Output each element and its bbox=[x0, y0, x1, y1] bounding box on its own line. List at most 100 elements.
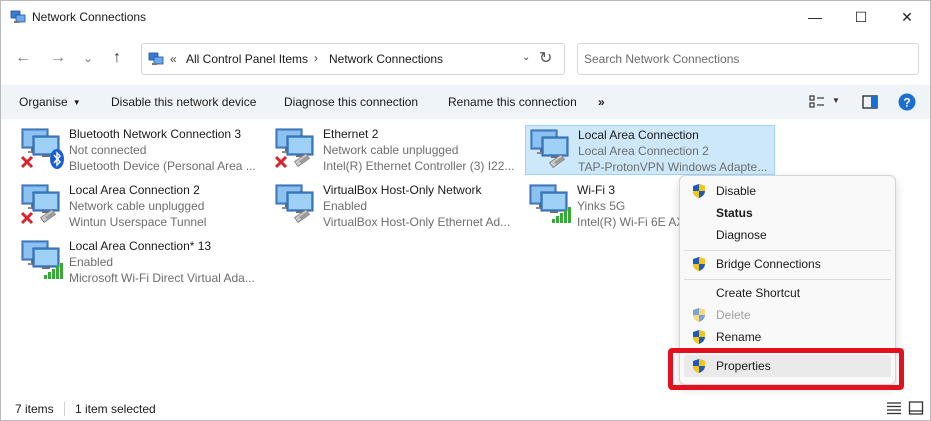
arrow-up-icon: ↑ bbox=[113, 49, 121, 66]
connection-name: Bluetooth Network Connection 3 bbox=[69, 127, 242, 141]
view-options-caret-icon[interactable]: ▼ bbox=[832, 96, 840, 105]
recent-locations-button[interactable]: ⌄ bbox=[77, 47, 99, 69]
connection-device: Intel(R) Ethernet Controller (3) I22... bbox=[323, 159, 515, 173]
back-button[interactable]: ← bbox=[12, 47, 34, 69]
status-bar: 7 items 1 item selected bbox=[1, 397, 930, 421]
network-adapter-icon bbox=[21, 240, 63, 279]
forward-button[interactable]: → bbox=[47, 47, 69, 69]
menu-label: Disable bbox=[716, 184, 757, 198]
network-adapter-icon bbox=[20, 184, 60, 225]
change-view-icon[interactable] bbox=[809, 95, 825, 109]
connection-device: Wintun Userspace Tunnel bbox=[69, 215, 207, 229]
organise-button[interactable]: Organise ▼ bbox=[19, 95, 81, 109]
uac-shield-icon bbox=[693, 257, 705, 271]
connection-device: VirtualBox Host-Only Ethernet Ad... bbox=[323, 215, 511, 229]
menu-item-status[interactable]: Status bbox=[684, 202, 891, 224]
menu-item-disable[interactable]: Disable bbox=[684, 180, 891, 202]
window-title: Network Connections bbox=[32, 10, 147, 24]
breadcrumb-network-connections[interactable]: Network Connections bbox=[329, 52, 443, 66]
connection-name: Local Area Connection* 13 bbox=[69, 239, 212, 253]
connection-status: Network cable unplugged bbox=[323, 143, 459, 157]
large-icons-view-icon[interactable] bbox=[908, 400, 924, 416]
connection-item[interactable]: VirtualBox Host-Only Network Enabled Virtu… bbox=[271, 181, 521, 231]
item-count: 7 items bbox=[15, 402, 54, 416]
properties-highlight-box bbox=[668, 348, 904, 390]
selection-count: 1 item selected bbox=[75, 402, 156, 416]
chevron-down-icon: ⌄ bbox=[82, 51, 94, 65]
menu-label: Status bbox=[716, 206, 753, 220]
organise-label: Organise bbox=[19, 95, 68, 109]
minimize-icon: — bbox=[808, 9, 822, 25]
menu-label: Diagnose bbox=[716, 228, 767, 242]
connection-name: Wi-Fi 3 bbox=[577, 183, 615, 197]
menu-separator bbox=[684, 250, 891, 251]
connection-device: Microsoft Wi-Fi Direct Virtual Ada... bbox=[69, 271, 255, 285]
preview-pane-icon[interactable] bbox=[862, 95, 878, 109]
rename-connection-button[interactable]: Rename this connection bbox=[448, 95, 577, 109]
arrow-left-icon: ← bbox=[15, 49, 31, 66]
refresh-icon[interactable]: ↻ bbox=[539, 48, 552, 68]
network-connections-icon bbox=[10, 10, 26, 23]
breadcrumb-separator[interactable]: › bbox=[314, 51, 318, 65]
close-button[interactable]: ✕ bbox=[884, 1, 930, 33]
connection-status: Local Area Connection 2 bbox=[578, 144, 709, 158]
maximize-button[interactable]: ☐ bbox=[838, 1, 884, 33]
search-input[interactable] bbox=[584, 50, 894, 68]
menu-item-diagnose[interactable]: Diagnose bbox=[684, 224, 891, 246]
uac-shield-icon bbox=[693, 184, 705, 198]
connection-device: Intel(R) Wi-Fi 6E AX bbox=[577, 215, 685, 229]
menu-separator bbox=[684, 279, 891, 280]
connection-status: Not connected bbox=[69, 143, 147, 157]
minimize-button[interactable]: — bbox=[792, 1, 838, 33]
connection-device: Bluetooth Device (Personal Area ... bbox=[69, 159, 256, 173]
connection-name: VirtualBox Host-Only Network bbox=[323, 183, 482, 197]
address-bar[interactable]: « All Control Panel Items › Network Conn… bbox=[141, 43, 565, 75]
command-bar: Organise ▼ Disable this network device Di… bbox=[1, 85, 930, 119]
control-panel-icon bbox=[148, 52, 164, 65]
connection-item[interactable]: Ethernet 2 Network cable unplugged Intel(R… bbox=[271, 125, 521, 175]
connection-status: Enabled bbox=[69, 255, 114, 269]
network-adapter-icon bbox=[20, 128, 64, 169]
connection-name: Ethernet 2 bbox=[323, 127, 379, 141]
caret-down-icon: ▼ bbox=[72, 98, 81, 107]
network-adapter-icon bbox=[529, 184, 571, 223]
address-dropdown-icon[interactable]: ⌄ bbox=[522, 52, 530, 63]
disconnected-x-icon bbox=[20, 211, 34, 225]
arrow-right-icon: → bbox=[50, 49, 66, 66]
connection-status: Enabled bbox=[323, 199, 368, 213]
title-bar[interactable]: Network Connections — ☐ ✕ bbox=[1, 1, 930, 33]
help-icon[interactable]: ? bbox=[898, 93, 916, 111]
close-icon: ✕ bbox=[901, 8, 913, 25]
connection-name: Local Area Connection bbox=[578, 128, 699, 142]
disable-device-button[interactable]: Disable this network device bbox=[111, 95, 256, 109]
menu-item-delete: Delete bbox=[684, 304, 891, 326]
address-overflow-chevron[interactable]: « bbox=[170, 52, 177, 66]
connection-item[interactable]: Local Area Connection Local Area Connecti… bbox=[525, 125, 775, 175]
menu-item-rename[interactable]: Rename bbox=[684, 326, 891, 348]
connection-item[interactable]: Local Area Connection* 13 Enabled Microsof… bbox=[17, 237, 267, 287]
maximize-icon: ☐ bbox=[854, 8, 868, 25]
menu-item-create-shortcut[interactable]: Create Shortcut bbox=[684, 282, 891, 304]
diagnose-connection-button[interactable]: Diagnose this connection bbox=[284, 95, 418, 109]
search-box[interactable] bbox=[577, 43, 919, 75]
menu-label: Delete bbox=[716, 308, 751, 322]
bluetooth-icon bbox=[50, 149, 64, 169]
up-button[interactable]: ↑ bbox=[106, 47, 128, 69]
connection-item[interactable]: Local Area Connection 2 Network cable unp… bbox=[17, 181, 267, 231]
disconnected-x-icon bbox=[20, 155, 34, 169]
network-connections-window: Network Connections — ☐ ✕ ← → ⌄ ↑ « All … bbox=[0, 0, 931, 421]
connection-status: Yinks 5G bbox=[577, 199, 626, 213]
connection-status: Network cable unplugged bbox=[69, 199, 205, 213]
menu-item-bridge-connections[interactable]: Bridge Connections bbox=[684, 253, 891, 275]
breadcrumb-control-panel[interactable]: All Control Panel Items bbox=[186, 52, 308, 66]
details-view-icon[interactable] bbox=[886, 400, 902, 416]
disconnected-x-icon bbox=[274, 155, 288, 169]
more-commands-button[interactable]: » bbox=[598, 95, 605, 109]
network-adapter-icon bbox=[530, 129, 569, 169]
uac-shield-icon bbox=[693, 308, 705, 322]
connection-name: Local Area Connection 2 bbox=[69, 183, 200, 197]
network-adapter-icon bbox=[274, 128, 314, 169]
uac-shield-icon bbox=[693, 330, 705, 344]
status-separator bbox=[64, 402, 65, 416]
connection-item[interactable]: Bluetooth Network Connection 3 Not connec… bbox=[17, 125, 267, 175]
